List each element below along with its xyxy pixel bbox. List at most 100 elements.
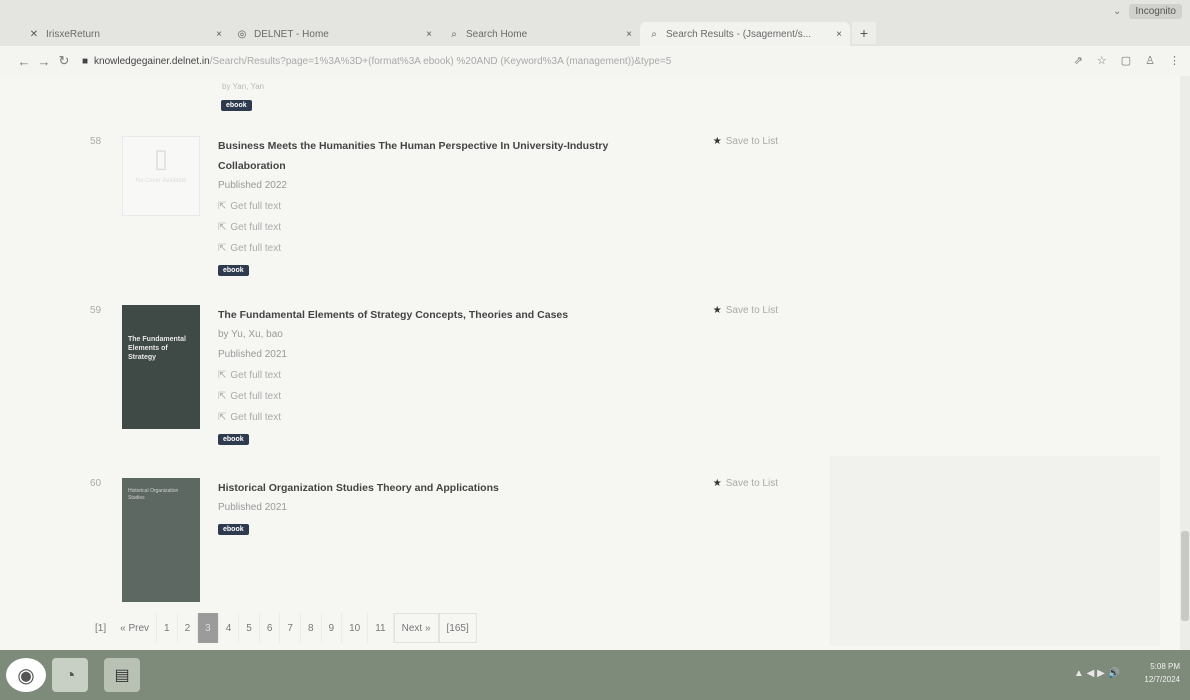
pagination-page[interactable]: 7	[280, 613, 301, 643]
previous-result-author: by Yan, Yan	[222, 82, 265, 91]
external-link-icon: ⇱	[218, 370, 227, 381]
pagination-next[interactable]: Next »	[393, 613, 439, 643]
full-text-link[interactable]: ⇱ Get full text	[218, 217, 778, 238]
external-link-icon: ⇱	[218, 243, 227, 254]
browser-tab-1[interactable]: ✕ IrisxeReturn ×	[20, 22, 230, 46]
cover-title: Historical Organization Studies	[128, 488, 179, 501]
close-icon[interactable]: ×	[626, 29, 632, 40]
result-number: 59	[90, 305, 102, 316]
address-bar-icons: ⇗ ☆ ▢ ♙ ⋮	[1074, 54, 1180, 67]
chevron-down-icon[interactable]: ⌄	[1113, 6, 1121, 17]
format-badge: ebook	[218, 524, 249, 535]
full-text-link[interactable]: ⇱ Get full text	[218, 386, 778, 407]
background-panel	[830, 456, 1160, 646]
lock-icon: ■	[82, 55, 89, 67]
external-link-icon: ⇱	[218, 412, 227, 423]
browser-tab-3[interactable]: ⌕ Search Home ×	[440, 22, 640, 46]
reading-list-icon[interactable]: ▢	[1121, 54, 1131, 67]
pagination-page[interactable]: 11	[368, 613, 394, 643]
format-badge: ebook	[218, 265, 249, 276]
browser-tab-2[interactable]: ◎ DELNET - Home ×	[228, 22, 440, 46]
bookmark-star-icon[interactable]: ☆	[1097, 54, 1107, 67]
taskbar: ◉ ◔ ▤ ▲ ◀ ▶ 🔊 5:08 PM 12/7/2024	[0, 650, 1190, 700]
result-number: 60	[90, 478, 102, 489]
window-controls: ⌄ Incognito	[1113, 4, 1182, 19]
reload-icon[interactable]: ↻	[54, 53, 74, 69]
profile-badge[interactable]: Incognito	[1129, 4, 1182, 19]
forward-icon[interactable]: →	[34, 54, 54, 69]
save-to-list-button[interactable]: ★ Save to List	[713, 305, 778, 316]
new-tab-button[interactable]: +	[852, 22, 876, 44]
pagination-last[interactable]: [165]	[438, 613, 477, 643]
save-to-list-button[interactable]: ★ Save to List	[713, 136, 778, 147]
pagination: [1] « Prev 1 2 3 4 5 6 7 8 9 10 11 Next …	[88, 613, 477, 643]
result-item: 59 The Fundamental Elements of Strategy …	[90, 305, 790, 465]
start-icon[interactable]: ◉	[6, 658, 46, 692]
result-author[interactable]: by Yu, Xu, bao	[218, 325, 778, 345]
scrollbar-thumb[interactable]	[1181, 531, 1189, 621]
clock[interactable]: 5:08 PM 12/7/2024	[1124, 658, 1180, 692]
full-text-link[interactable]: ⇱ Get full text	[218, 365, 778, 386]
full-text-link[interactable]: ⇱ Get full text	[218, 196, 778, 217]
system-tray[interactable]: ▲ ◀ ▶ 🔊	[1074, 668, 1120, 679]
pagination-page[interactable]: 8	[301, 613, 322, 643]
browser-tab-4[interactable]: ⌕ Search Results - (Jsagement/s... ×	[640, 22, 850, 46]
external-link-icon: ⇱	[218, 201, 227, 212]
star-icon: ★	[712, 305, 722, 316]
close-icon[interactable]: ×	[216, 29, 222, 40]
pagination-page[interactable]: 10	[342, 613, 369, 643]
menu-icon[interactable]: ⋮	[1169, 54, 1180, 67]
result-title[interactable]: Historical Organization Studies Theory a…	[218, 478, 673, 498]
tab-title: Search Results - (Jsagement/s...	[666, 28, 812, 40]
external-link-icon: ⇱	[218, 391, 227, 402]
book-cover-image[interactable]: Historical Organization Studies	[122, 478, 200, 602]
back-icon[interactable]: ←	[14, 54, 34, 69]
pagination-page[interactable]: 6	[260, 613, 281, 643]
close-icon[interactable]: ×	[426, 29, 432, 40]
pagination-first[interactable]: [1]	[88, 613, 113, 643]
pagination-page[interactable]: 4	[219, 613, 240, 643]
pagination-page[interactable]: 5	[239, 613, 260, 643]
format-badge: ebook	[218, 434, 249, 445]
app-icon: ✕	[29, 28, 39, 40]
pagination-page[interactable]: 2	[178, 613, 199, 643]
url-path: /Search/Results?page=1%3A%3D+(format%3A …	[209, 55, 672, 67]
result-body: Business Meets the Humanities The Human …	[218, 136, 778, 277]
result-title[interactable]: The Fundamental Elements of Strategy Con…	[218, 305, 673, 325]
url-field[interactable]: ■ knowledgegainer.delnet.in/Search/Result…	[82, 56, 1012, 67]
external-link-icon: ⇱	[218, 222, 227, 233]
pagination-page[interactable]: 1	[157, 613, 178, 643]
vertical-scrollbar[interactable]	[1180, 76, 1190, 650]
cover-placeholder[interactable]: ▯ No Cover Available	[122, 136, 200, 216]
book-cover-image[interactable]: The Fundamental Elements of Strategy	[122, 305, 200, 429]
url-host: knowledgegainer.delnet.in	[94, 55, 210, 67]
result-body: Historical Organization Studies Theory a…	[218, 478, 778, 536]
published-date: Published 2021	[218, 502, 287, 513]
search-icon: ⌕	[651, 28, 657, 40]
clock-time: 5:08 PM	[1150, 662, 1180, 671]
pagination-current-page[interactable]: 3	[198, 613, 219, 643]
notepad-icon[interactable]: ▤	[104, 658, 140, 692]
tab-title: DELNET - Home	[254, 28, 329, 40]
published-date: Published 2022	[218, 180, 287, 191]
result-item: 58 ▯ No Cover Available Business Meets t…	[90, 136, 790, 286]
close-icon[interactable]: ×	[836, 29, 842, 40]
address-bar: ← → ↻ ■ knowledgegainer.delnet.in/Search/…	[0, 46, 1190, 76]
save-to-list-button[interactable]: ★ Save to List	[713, 478, 778, 489]
format-badge: ebook	[221, 100, 252, 111]
search-icon: ⌕	[451, 28, 457, 40]
share-icon[interactable]: ⇗	[1074, 54, 1083, 67]
tab-title: Search Home	[466, 28, 528, 40]
search-results-page: by Yan, Yan ebook 58 ▯ No Cover Availabl…	[0, 76, 1190, 650]
full-text-link[interactable]: ⇱ Get full text	[218, 238, 778, 259]
profile-icon[interactable]: ♙	[1145, 54, 1155, 67]
result-title[interactable]: Business Meets the Humanities The Human …	[218, 136, 673, 176]
full-text-link[interactable]: ⇱ Get full text	[218, 407, 778, 428]
result-item: 60 Historical Organization Studies Histo…	[90, 478, 790, 608]
globe-icon: ◎	[237, 28, 247, 40]
pagination-prev[interactable]: « Prev	[113, 613, 158, 643]
pagination-page[interactable]: 9	[322, 613, 343, 643]
result-number: 58	[90, 136, 102, 147]
chrome-icon[interactable]: ◔	[52, 658, 88, 692]
result-body: The Fundamental Elements of Strategy Con…	[218, 305, 778, 446]
